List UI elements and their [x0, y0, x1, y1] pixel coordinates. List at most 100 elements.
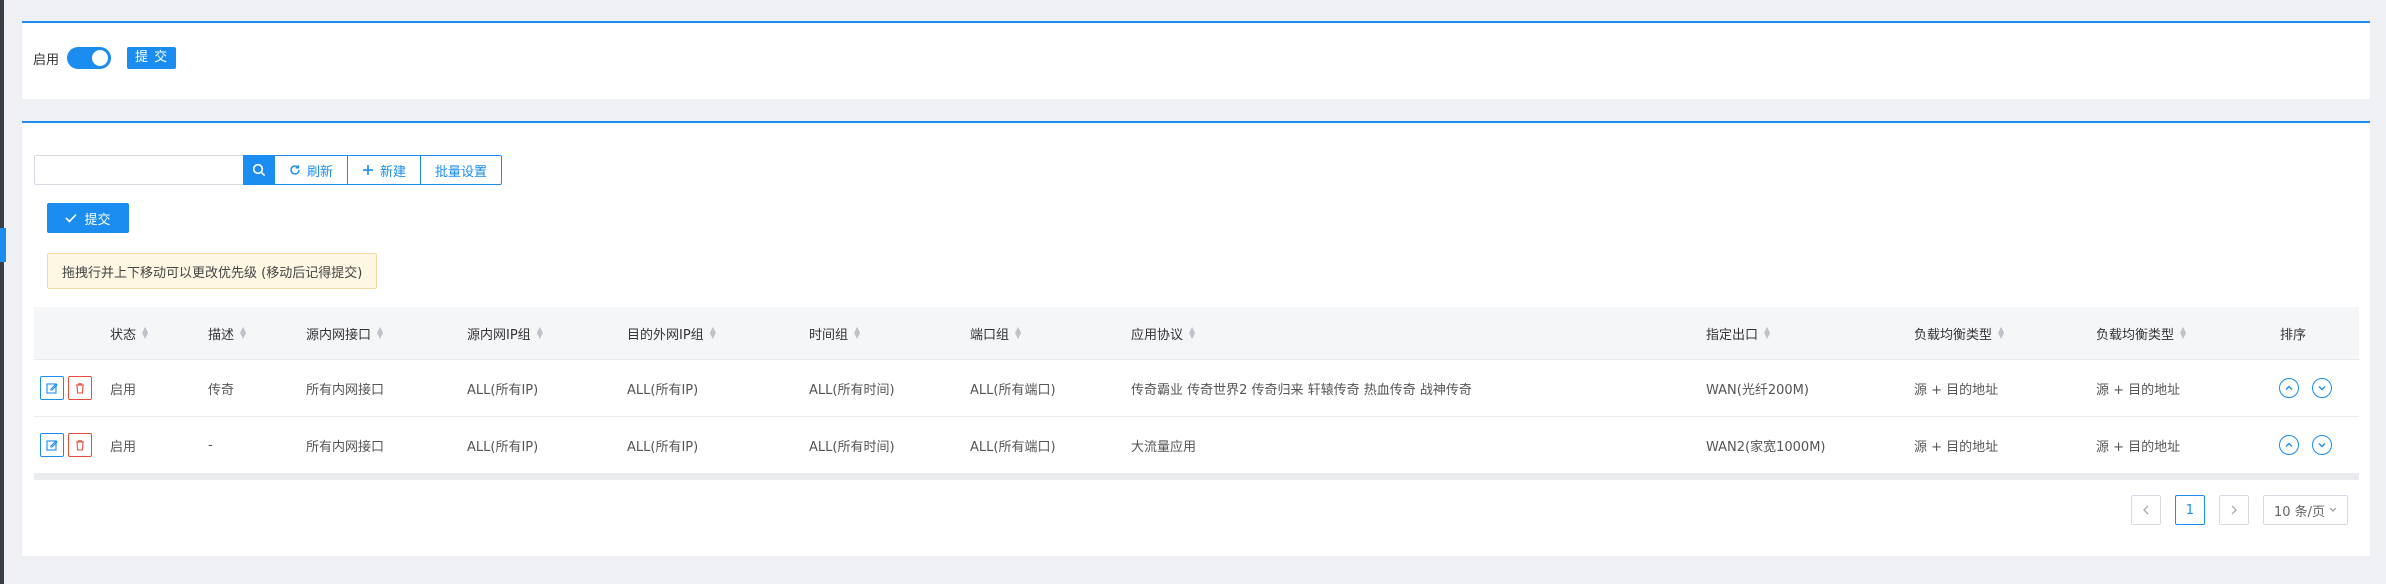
edit-icon [46, 440, 58, 451]
trash-icon [76, 440, 84, 451]
col-header-egress[interactable]: 指定出口 ▲ ▼ [1706, 307, 1770, 359]
edit-icon [46, 383, 58, 394]
chevron-up-icon [2285, 385, 2293, 390]
chevron-right-icon [2231, 505, 2237, 515]
search-button[interactable] [243, 155, 275, 185]
chevron-down-icon [2318, 443, 2326, 448]
cell-status: 启用 [110, 382, 137, 398]
search-icon [252, 163, 266, 177]
cell-port: ALL(所有端口) [970, 382, 1056, 398]
table-row[interactable]: 启用 传奇 所有内网接口 ALL(所有IP) ALL(所有IP) ALL(所有时… [34, 360, 2359, 417]
col-header-desc[interactable]: 描述 ▲ ▼ [208, 307, 246, 359]
col-header-src-iface[interactable]: 源内网接口 ▲ ▼ [306, 307, 383, 359]
cell-dst-ip: ALL(所有IP) [627, 382, 699, 398]
cell-src-iface: 所有内网接口 [306, 382, 385, 398]
enable-row: 启用 提 交 [33, 47, 177, 69]
trash-icon [76, 383, 84, 394]
col-header-lb-type-2[interactable]: 负载均衡类型 ▲ ▼ [2096, 307, 2186, 359]
priority-notice: 拖拽行并上下移动可以更改优先级 (移动后记得提交) [47, 253, 378, 289]
page-size-select[interactable]: 10 条/页 [2262, 495, 2348, 525]
top-submit-button[interactable]: 提 交 [127, 47, 177, 69]
row-actions [40, 360, 96, 416]
sort-icon[interactable]: ▲ ▼ [1015, 326, 1021, 340]
enable-toggle[interactable] [67, 47, 112, 69]
sort-icon[interactable]: ▲ ▼ [854, 326, 860, 340]
chevron-down-icon [2318, 386, 2326, 391]
cell-desc: 传奇 [208, 382, 235, 398]
next-page-button[interactable] [2218, 495, 2249, 525]
col-header-port[interactable]: 端口组 ▲ ▼ [970, 307, 1021, 359]
cell-time: ALL(所有时间) [809, 439, 895, 455]
move-down-button[interactable] [2312, 435, 2332, 455]
cell-src-ip: ALL(所有IP) [467, 439, 539, 455]
sort-icon[interactable]: ▲ ▼ [142, 326, 148, 340]
col-header-lb-type-1[interactable]: 负载均衡类型 ▲ ▼ [1914, 307, 2004, 359]
search-input[interactable] [34, 155, 243, 185]
cell-egress: WAN2(家宽1000M) [1706, 439, 1826, 455]
submit-label: 提交 [84, 212, 111, 228]
sidebar-active-marker [0, 228, 6, 262]
cell-protocol: 大流量应用 [1131, 439, 1197, 455]
sort-icon[interactable]: ▲ ▼ [377, 326, 383, 340]
cell-src-iface: 所有内网接口 [306, 439, 385, 455]
new-button[interactable]: 新建 [348, 155, 422, 185]
page-size-label: 10 条/页 [2273, 504, 2325, 520]
submit-button[interactable]: 提交 [47, 203, 129, 233]
sort-icon[interactable]: ▲ ▼ [710, 326, 716, 340]
sort-icon[interactable]: ▲ ▼ [537, 326, 543, 340]
rules-panel: 刷新 新建 批量设置 提交 拖拽行并上下移动可以更改优先级 (移动后记得提交) … [22, 121, 2370, 556]
move-down-button[interactable] [2312, 378, 2332, 398]
cell-port: ALL(所有端口) [970, 439, 1056, 455]
batch-settings-button[interactable]: 批量设置 [421, 155, 503, 185]
check-icon [65, 213, 78, 223]
enable-label: 启用 [33, 52, 60, 68]
move-up-button[interactable] [2279, 435, 2299, 455]
delete-button[interactable] [68, 433, 92, 457]
col-header-time[interactable]: 时间组 ▲ ▼ [809, 307, 860, 359]
toolbar: 刷新 新建 批量设置 [34, 155, 503, 185]
refresh-icon [290, 165, 300, 175]
pagination: 1 10 条/页 [2130, 495, 2348, 525]
chevron-down-icon [2329, 507, 2337, 512]
row-actions [40, 417, 96, 473]
horizontal-scrollbar[interactable] [34, 474, 2359, 480]
sort-icon[interactable]: ▲ ▼ [1189, 326, 1195, 340]
cell-desc: - [208, 437, 213, 453]
move-up-button[interactable] [2279, 378, 2299, 398]
refresh-button[interactable]: 刷新 [275, 155, 349, 185]
sort-icon[interactable]: ▲ ▼ [1764, 326, 1770, 340]
cell-protocol: 传奇霸业 传奇世界2 传奇归来 轩辕传奇 热血传奇 战神传奇 [1131, 382, 1472, 398]
cell-status: 启用 [110, 439, 137, 455]
sort-icon[interactable]: ▲ ▼ [2180, 326, 2186, 340]
plus-icon [363, 165, 374, 175]
batch-label: 批量设置 [435, 164, 488, 180]
sort-icon[interactable]: ▲ ▼ [240, 326, 246, 340]
left-sidebar-edge [0, 0, 4, 584]
cell-order [2279, 417, 2345, 473]
sort-icon[interactable]: ▲ ▼ [1998, 326, 2004, 340]
page-number-current[interactable]: 1 [2174, 495, 2205, 525]
col-header-protocol[interactable]: 应用协议 ▲ ▼ [1131, 307, 1195, 359]
cell-time: ALL(所有时间) [809, 382, 895, 398]
col-header-dst-ip[interactable]: 目的外网IP组 ▲ ▼ [627, 307, 716, 359]
rules-table: 状态 ▲ ▼ 描述 ▲ ▼ 源内网接口 ▲ ▼ 源内网IP组 ▲ ▼ 目的外网IP组 ▲ ▼ 时间组… [34, 307, 2359, 480]
refresh-label: 刷新 [307, 164, 334, 180]
delete-button[interactable] [68, 376, 92, 400]
edit-button[interactable] [40, 433, 64, 457]
toggle-knob [92, 50, 109, 66]
col-header-status[interactable]: 状态 ▲ ▼ [110, 307, 148, 359]
cell-dst-ip: ALL(所有IP) [627, 439, 699, 455]
cell-lb-type-2: 源 + 目的地址 [2096, 439, 2181, 455]
chevron-up-icon [2285, 442, 2293, 447]
cell-order [2279, 360, 2345, 416]
col-header-order: 排序 [2280, 327, 2307, 343]
cell-lb-type-1: 源 + 目的地址 [1914, 439, 1999, 455]
new-label: 新建 [380, 164, 407, 180]
table-row[interactable]: 启用 - 所有内网接口 ALL(所有IP) ALL(所有IP) ALL(所有时间… [34, 417, 2359, 474]
col-header-src-ip[interactable]: 源内网IP组 ▲ ▼ [467, 307, 543, 359]
cell-src-ip: ALL(所有IP) [467, 382, 539, 398]
enable-panel: 启用 提 交 [22, 21, 2370, 99]
prev-page-button[interactable] [2130, 495, 2161, 525]
cell-lb-type-2: 源 + 目的地址 [2096, 382, 2181, 398]
edit-button[interactable] [40, 376, 64, 400]
